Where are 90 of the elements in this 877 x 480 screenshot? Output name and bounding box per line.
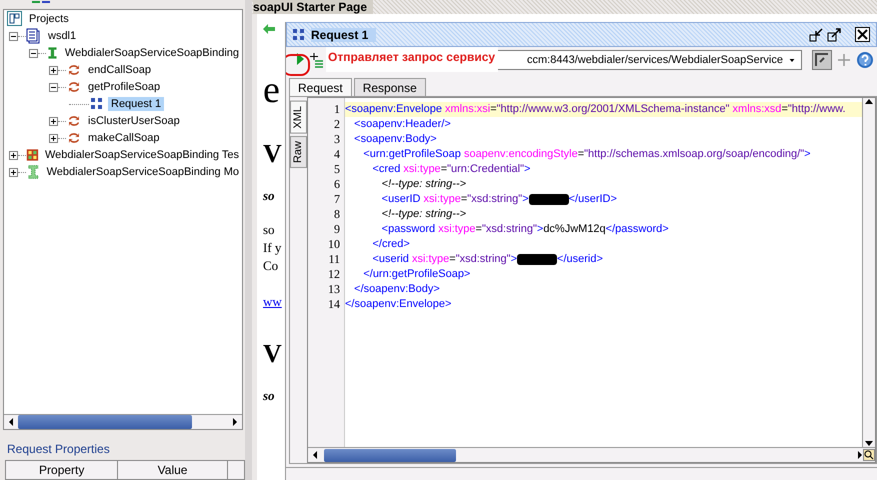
tree-item[interactable]: wsdl1 xyxy=(45,29,80,44)
collapse-toggle[interactable] xyxy=(9,32,18,41)
tab[interactable]: Response xyxy=(354,78,426,96)
help-icon[interactable] xyxy=(856,51,874,69)
line-number: 5 xyxy=(333,162,341,177)
code-line: </soapenv:Envelope> xyxy=(345,297,452,312)
code-line: <userid xsi:type="xsd:string"> </userid> xyxy=(372,252,604,267)
line-number: 4 xyxy=(333,147,341,162)
dropdown-arrow-icon xyxy=(788,56,795,64)
code-line: </urn:getProfileSoap> xyxy=(362,267,472,282)
panel-title: soapUI Starter Page xyxy=(253,0,374,14)
tab[interactable]: Request xyxy=(289,78,352,96)
code-line: <userID xsi:type="xsd:string"> </userID> xyxy=(380,192,618,207)
line-number: 2 xyxy=(333,117,341,132)
line-number: 7 xyxy=(333,192,341,207)
expand-toggle[interactable] xyxy=(9,150,18,160)
line-number: 13 xyxy=(327,282,341,297)
down-arrow-icon xyxy=(864,440,874,447)
code-line: </cred> xyxy=(372,237,411,252)
collapse-toggle[interactable] xyxy=(29,48,38,58)
code-line: <urn:getProfileSoap soapenv:encodingStyle="http://schemas.xmlsoap.org/soap/encoding/"> xyxy=(362,147,812,162)
zoom-icon[interactable] xyxy=(863,449,875,461)
window-title: Request 1 xyxy=(311,28,376,42)
page-subheading: so xyxy=(263,188,276,204)
page-text: so xyxy=(263,222,276,238)
expand-toggle[interactable] xyxy=(9,168,18,177)
toolbar-icon[interactable] xyxy=(32,0,50,4)
minimize-icon[interactable] xyxy=(809,28,823,42)
expand-toggle[interactable] xyxy=(49,134,58,143)
play-icon[interactable] xyxy=(294,52,306,66)
tree-item[interactable]: isClusterUserSoap xyxy=(85,114,183,128)
right-arrow-icon xyxy=(232,417,238,427)
expand-toggle[interactable] xyxy=(49,116,58,126)
line-number: 1 xyxy=(333,102,341,117)
up-arrow-icon xyxy=(864,98,874,105)
page-subheading: so xyxy=(263,388,276,404)
left-arrow-icon xyxy=(8,417,14,427)
code-line: <!--type: string--> xyxy=(380,177,468,192)
line-number: 11 xyxy=(327,252,341,267)
side-tab[interactable]: Raw xyxy=(290,136,307,168)
tree-item[interactable]: getProfileSoap xyxy=(85,80,164,94)
document-icon xyxy=(26,28,42,44)
add-icon[interactable] xyxy=(836,52,852,68)
expand-toggle[interactable] xyxy=(49,66,58,75)
code-line: <soapenv:Header/> xyxy=(353,117,452,132)
page-text: Co xyxy=(263,258,280,274)
right-arrow-icon xyxy=(857,450,863,460)
line-number: 8 xyxy=(333,207,341,222)
tree-item[interactable]: WebdialerSoapServiceSoapBinding xyxy=(62,46,242,60)
page-text: If y xyxy=(263,240,282,256)
tree-item[interactable]: Request 1 xyxy=(108,97,164,112)
tree-item[interactable]: makeCallSoap xyxy=(85,131,163,146)
column-header[interactable]: Value xyxy=(118,460,228,480)
code-line: <cred xsi:type="urn:Credential"> xyxy=(372,162,532,177)
soap-icon xyxy=(291,26,307,42)
grid-icon xyxy=(26,147,39,164)
panel-title: Request Properties xyxy=(6,441,111,456)
project-icon xyxy=(7,11,23,28)
layout-icon[interactable] xyxy=(812,50,832,70)
code-line: <!--type: string--> xyxy=(380,207,468,222)
line-number: 12 xyxy=(327,267,341,282)
collapse-toggle[interactable] xyxy=(49,82,58,92)
side-tab[interactable]: XML xyxy=(290,101,307,134)
line-number: 3 xyxy=(333,132,341,147)
code-line: </soapenv:Body> xyxy=(353,282,441,297)
horizontal-scrollbar[interactable] xyxy=(308,447,875,462)
binding-icon xyxy=(46,45,59,62)
binding-icon xyxy=(26,164,41,180)
page-heading: V xyxy=(263,138,282,170)
line-number: 6 xyxy=(333,177,341,192)
tree-item[interactable]: WebdialerSoapServiceSoapBinding Tes xyxy=(42,148,242,162)
horizontal-scrollbar[interactable] xyxy=(4,414,242,429)
line-number: 10 xyxy=(327,237,341,252)
tree-item[interactable]: endCallSoap xyxy=(85,63,154,78)
maximize-icon[interactable] xyxy=(827,28,841,42)
page-heading: V xyxy=(263,338,282,370)
column-header[interactable]: Property xyxy=(6,460,118,480)
add-step-icon[interactable] xyxy=(310,52,324,68)
line-number: 14 xyxy=(327,297,341,312)
code-line: <soapenv:Body> xyxy=(353,132,438,147)
tree-item[interactable]: Projects xyxy=(26,12,72,26)
code-line: <password xsi:type="xsd:string">dc%JwM12q</password> xyxy=(380,222,670,237)
back-arrow-icon[interactable] xyxy=(262,23,276,35)
tooltip: Отправляет запрос сервису xyxy=(326,47,498,72)
close-icon[interactable] xyxy=(855,27,870,42)
page-link[interactable]: ww xyxy=(263,294,282,310)
left-arrow-icon xyxy=(312,450,318,460)
line-number: 9 xyxy=(333,222,341,237)
tree-item[interactable]: WebdialerSoapServiceSoapBinding Mo xyxy=(44,165,242,180)
page-text: e xyxy=(263,70,281,110)
